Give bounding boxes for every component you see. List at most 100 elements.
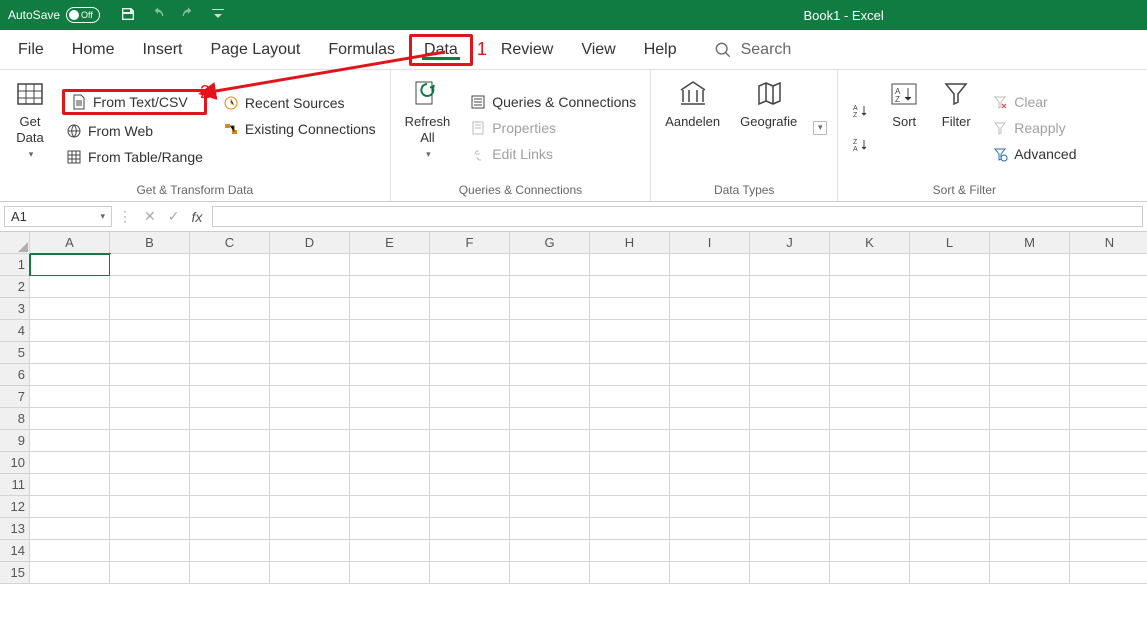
cell[interactable] bbox=[430, 276, 510, 298]
cell[interactable] bbox=[430, 562, 510, 584]
cell[interactable] bbox=[110, 276, 190, 298]
cell[interactable] bbox=[830, 430, 910, 452]
tab-file[interactable]: File bbox=[4, 33, 58, 67]
cell[interactable] bbox=[670, 320, 750, 342]
cell[interactable] bbox=[910, 342, 990, 364]
cell[interactable] bbox=[430, 320, 510, 342]
cell[interactable] bbox=[750, 518, 830, 540]
cell[interactable] bbox=[1070, 562, 1147, 584]
cell[interactable] bbox=[910, 320, 990, 342]
cell[interactable] bbox=[30, 540, 110, 562]
cell[interactable] bbox=[830, 386, 910, 408]
tab-formulas[interactable]: Formulas bbox=[314, 33, 409, 67]
cell[interactable] bbox=[110, 254, 190, 276]
cell[interactable] bbox=[830, 254, 910, 276]
cell[interactable] bbox=[750, 254, 830, 276]
cell[interactable] bbox=[270, 518, 350, 540]
existing-connections-button[interactable]: Existing Connections bbox=[219, 119, 380, 139]
cell[interactable] bbox=[510, 474, 590, 496]
tab-home[interactable]: Home bbox=[58, 33, 129, 67]
cell[interactable] bbox=[750, 408, 830, 430]
cell[interactable] bbox=[430, 298, 510, 320]
row-header[interactable]: 3 bbox=[0, 298, 30, 320]
cell[interactable] bbox=[30, 496, 110, 518]
cell[interactable] bbox=[270, 474, 350, 496]
cell[interactable] bbox=[830, 408, 910, 430]
cell[interactable] bbox=[590, 364, 670, 386]
cell[interactable] bbox=[30, 254, 110, 276]
cell[interactable] bbox=[510, 276, 590, 298]
cell[interactable] bbox=[670, 298, 750, 320]
cell[interactable] bbox=[270, 298, 350, 320]
from-table-button[interactable]: From Table/Range bbox=[62, 147, 207, 167]
cell[interactable] bbox=[590, 430, 670, 452]
cell[interactable] bbox=[110, 320, 190, 342]
cell[interactable] bbox=[670, 386, 750, 408]
cell[interactable] bbox=[990, 298, 1070, 320]
cell[interactable] bbox=[590, 518, 670, 540]
cell[interactable] bbox=[30, 430, 110, 452]
cell[interactable] bbox=[830, 276, 910, 298]
undo-icon[interactable] bbox=[150, 6, 166, 25]
cell[interactable] bbox=[510, 386, 590, 408]
cell[interactable] bbox=[910, 276, 990, 298]
cell[interactable] bbox=[990, 320, 1070, 342]
cell[interactable] bbox=[830, 452, 910, 474]
cell[interactable] bbox=[590, 254, 670, 276]
cell[interactable] bbox=[670, 540, 750, 562]
cell[interactable] bbox=[830, 474, 910, 496]
cell[interactable] bbox=[910, 562, 990, 584]
cell[interactable] bbox=[350, 474, 430, 496]
cell[interactable] bbox=[270, 430, 350, 452]
cell[interactable] bbox=[110, 518, 190, 540]
cell[interactable] bbox=[190, 518, 270, 540]
cell[interactable] bbox=[910, 298, 990, 320]
cell[interactable] bbox=[1070, 496, 1147, 518]
cell[interactable] bbox=[350, 540, 430, 562]
edit-links-button[interactable]: Edit Links bbox=[466, 144, 640, 164]
cell[interactable] bbox=[1070, 342, 1147, 364]
cell[interactable] bbox=[510, 320, 590, 342]
cell[interactable] bbox=[1070, 386, 1147, 408]
cell[interactable] bbox=[110, 496, 190, 518]
cell[interactable] bbox=[1070, 320, 1147, 342]
cell[interactable] bbox=[830, 540, 910, 562]
cell[interactable] bbox=[910, 364, 990, 386]
cell[interactable] bbox=[110, 342, 190, 364]
cell[interactable] bbox=[110, 562, 190, 584]
cell[interactable] bbox=[670, 276, 750, 298]
refresh-all-button[interactable]: Refresh All ▾ bbox=[401, 76, 455, 179]
cell[interactable] bbox=[110, 298, 190, 320]
cell[interactable] bbox=[510, 430, 590, 452]
cell[interactable] bbox=[270, 342, 350, 364]
save-icon[interactable] bbox=[120, 6, 136, 25]
cell[interactable] bbox=[190, 276, 270, 298]
cell[interactable] bbox=[270, 364, 350, 386]
stocks-button[interactable]: Aandelen bbox=[661, 76, 724, 179]
row-header[interactable]: 6 bbox=[0, 364, 30, 386]
row-header[interactable]: 5 bbox=[0, 342, 30, 364]
cell[interactable] bbox=[510, 364, 590, 386]
cell[interactable] bbox=[990, 386, 1070, 408]
cell[interactable] bbox=[670, 364, 750, 386]
cell[interactable] bbox=[430, 452, 510, 474]
row-header[interactable]: 15 bbox=[0, 562, 30, 584]
cell[interactable] bbox=[350, 452, 430, 474]
cell[interactable] bbox=[270, 386, 350, 408]
cell[interactable] bbox=[990, 474, 1070, 496]
cell[interactable] bbox=[1070, 452, 1147, 474]
column-header[interactable]: A bbox=[30, 232, 110, 254]
tab-insert[interactable]: Insert bbox=[128, 33, 196, 67]
cell[interactable] bbox=[350, 254, 430, 276]
cell[interactable] bbox=[670, 342, 750, 364]
cell[interactable] bbox=[190, 562, 270, 584]
cell[interactable] bbox=[30, 408, 110, 430]
cancel-icon[interactable]: ✕ bbox=[144, 208, 156, 225]
redo-icon[interactable] bbox=[180, 6, 196, 25]
column-header[interactable]: H bbox=[590, 232, 670, 254]
sort-az-button[interactable]: AZ bbox=[848, 101, 872, 121]
cell[interactable] bbox=[430, 518, 510, 540]
name-box-expand[interactable]: ⋮ bbox=[116, 202, 134, 231]
cell[interactable] bbox=[190, 298, 270, 320]
cell[interactable] bbox=[750, 298, 830, 320]
